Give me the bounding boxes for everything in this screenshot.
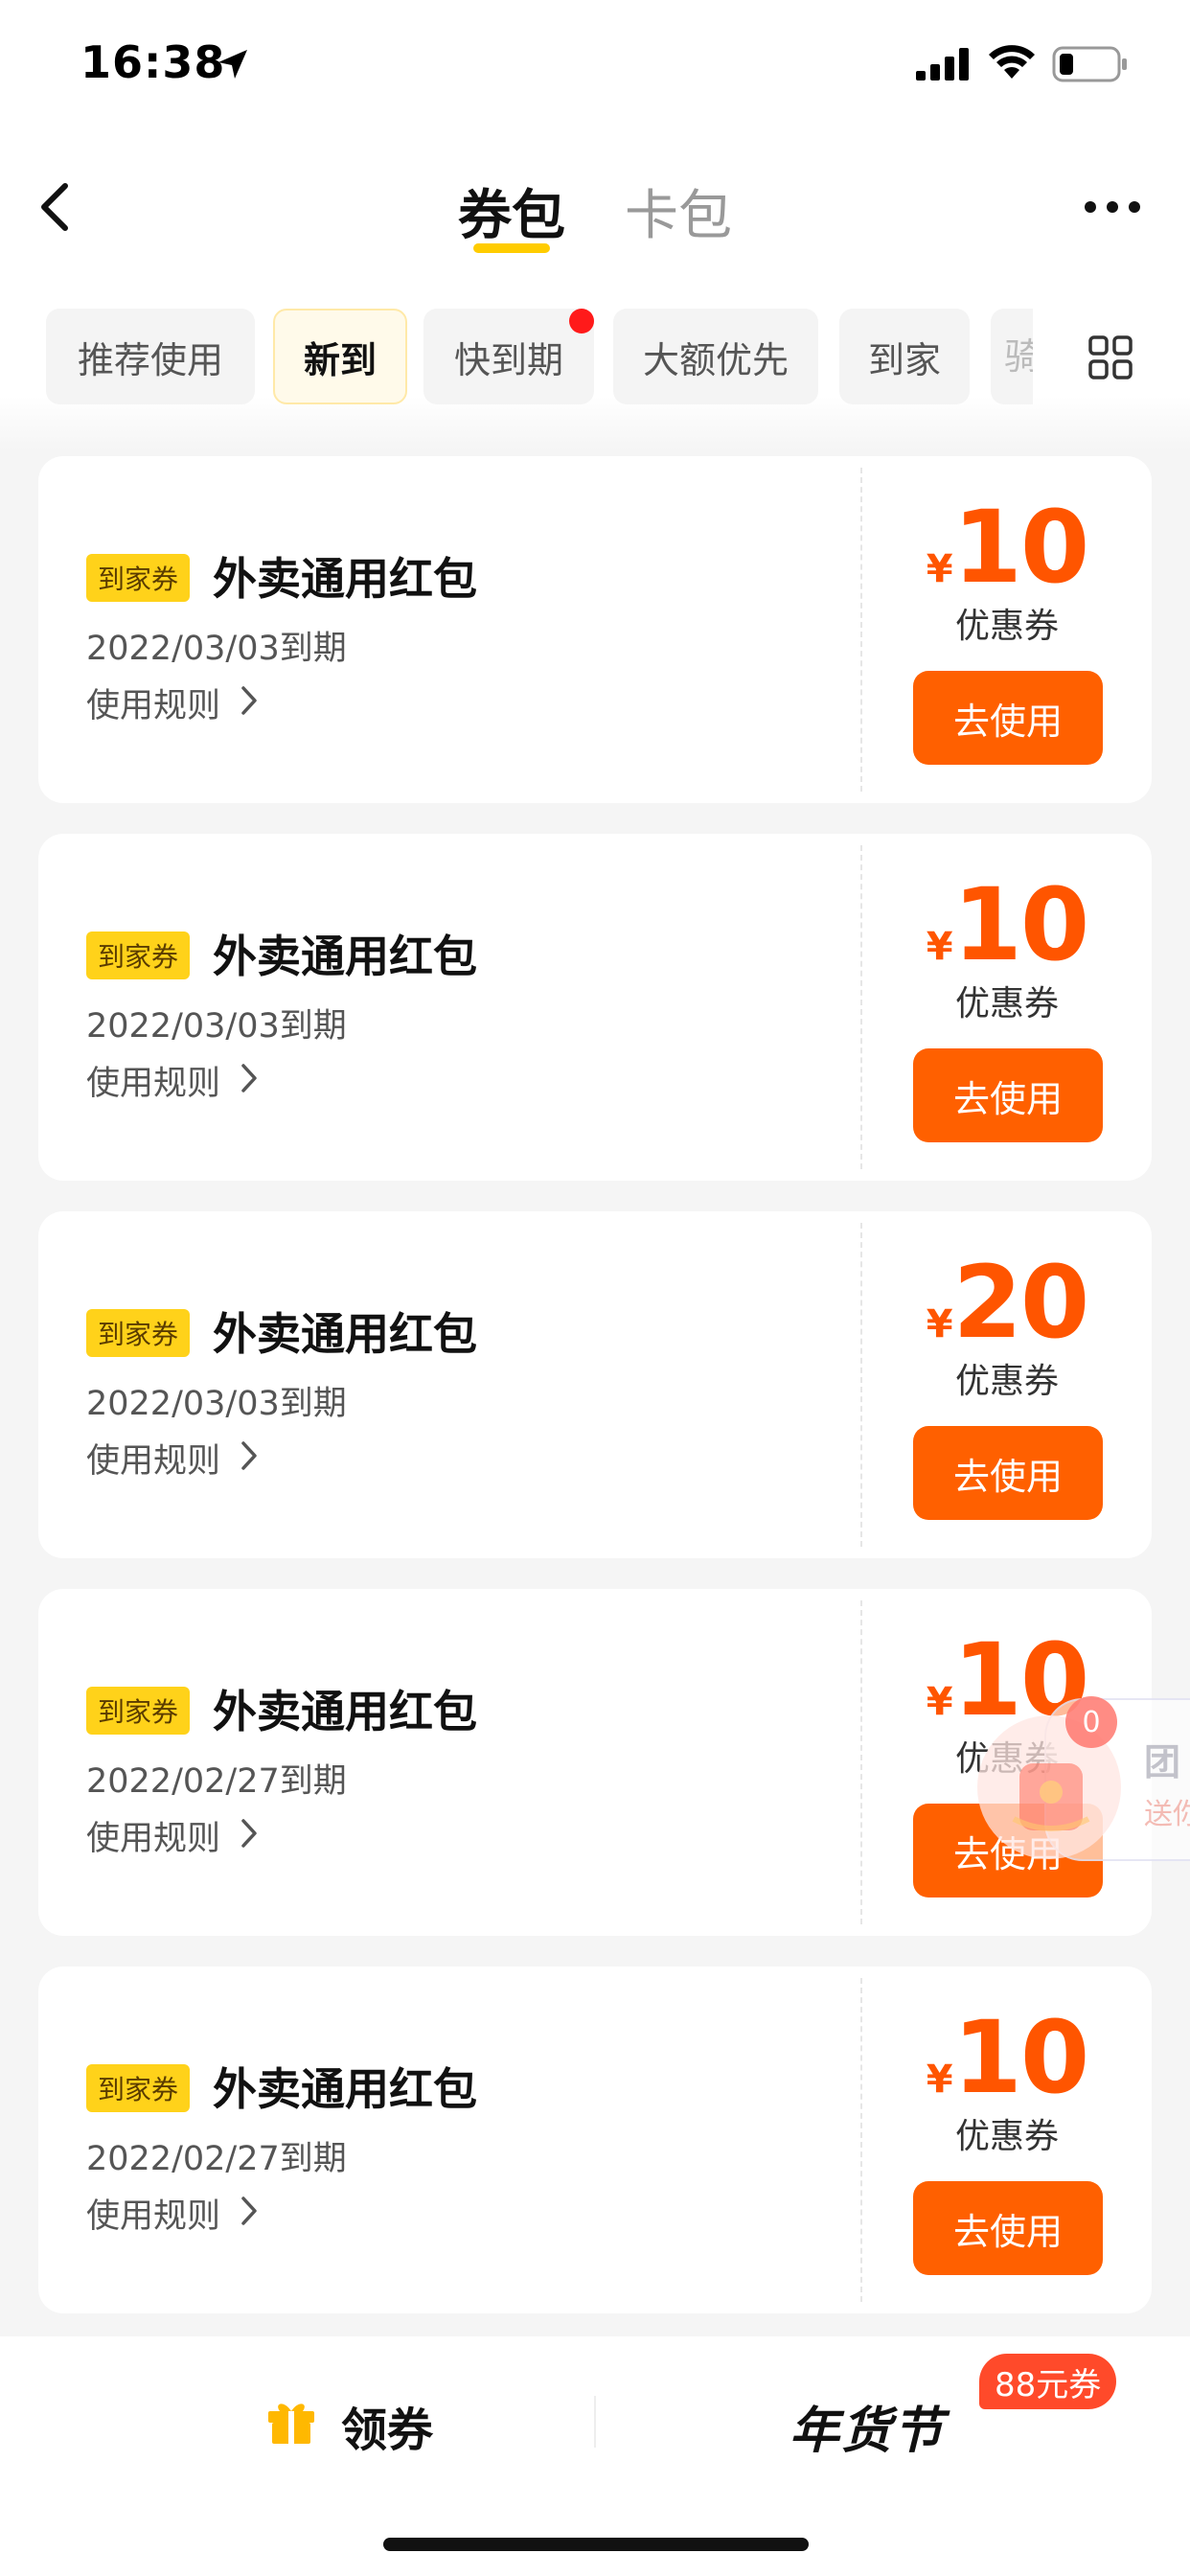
chip-recommended[interactable]: 推荐使用 [46,309,255,404]
chip-partial[interactable]: 骑 [991,309,1033,404]
filter-chips: 推荐使用 新到 快到期 大额优先 到家 骑 [0,309,1190,404]
status-bar: 16:38 [0,0,1190,129]
amount-value: 20 [952,1244,1090,1361]
chevron-right-icon[interactable] [240,1062,259,1094]
chip-home-delivery[interactable]: 到家 [839,309,970,404]
usage-rules-link[interactable]: 使用规则 [86,2189,220,2238]
coupon-expiry: 2022/02/27到期 [86,2140,347,2178]
coupon-title: 外卖通用红包 [213,931,477,982]
coupon-amount: ¥10 [862,494,1152,600]
chevron-right-icon[interactable] [240,1817,259,1850]
amount-value: 10 [952,1999,1090,2116]
use-coupon-button[interactable]: 去使用 [913,2181,1103,2275]
home-indicator[interactable] [383,2538,809,2551]
coupon-amount: ¥10 [862,2005,1152,2110]
chevron-right-icon[interactable] [240,684,259,717]
currency-symbol: ¥ [926,925,953,969]
battery-icon [1052,46,1127,82]
floating-count-badge: 0 [1065,1696,1117,1748]
status-time: 16:38 [80,36,226,88]
usage-rules-link[interactable]: 使用规则 [86,1434,220,1483]
amount-value: 10 [952,489,1090,606]
coupon-expiry: 2022/03/03到期 [86,1007,347,1046]
wifi-icon [989,45,1035,79]
chevron-right-icon[interactable] [240,1439,259,1472]
tab-card-pack[interactable]: 卡包 [625,172,732,250]
floating-promo-subtitle: 送你 [1144,1798,1190,1831]
coupon-title: 外卖通用红包 [213,1308,477,1360]
red-envelope-gift-icon [1012,1763,1090,1831]
chip-new[interactable]: 新到 [273,309,407,404]
coupon-card[interactable]: 到家券 外卖通用红包 2022/02/27到期 使用规则 ¥10 优惠券 去使用 [38,1966,1152,2313]
coupon-expiry: 2022/02/27到期 [86,1762,347,1801]
coupon-title: 外卖通用红包 [213,553,477,605]
use-coupon-button[interactable]: 去使用 [913,1426,1103,1520]
use-coupon-button[interactable]: 去使用 [913,671,1103,765]
bottom-divider [594,2396,596,2448]
festival-coupon-badge: 88元券 [979,2354,1117,2409]
currency-symbol: ¥ [926,2058,953,2102]
gift-icon[interactable] [266,2398,316,2446]
use-coupon-button[interactable]: 去使用 [913,1048,1103,1142]
coupon-title: 外卖通用红包 [213,2063,477,2115]
usage-rules-link[interactable]: 使用规则 [86,678,220,727]
grid-icon[interactable] [1088,335,1133,380]
coupon-expiry: 2022/03/03到期 [86,630,347,668]
currency-symbol: ¥ [926,547,953,591]
currency-symbol: ¥ [926,1680,953,1724]
currency-symbol: ¥ [926,1302,953,1346]
coupon-card[interactable]: 到家券 外卖通用红包 2022/03/03到期 使用规则 ¥20 优惠券 去使用 [38,1211,1152,1558]
location-arrow-icon [218,50,247,79]
coupon-tag: 到家券 [86,1687,191,1735]
coupon-type: 优惠券 [954,2117,1059,2156]
coupon-amount: ¥20 [862,1250,1152,1355]
amount-value: 10 [952,866,1090,983]
coupon-title: 外卖通用红包 [213,1686,477,1737]
chip-high-value[interactable]: 大额优先 [613,309,818,404]
usage-rules-link[interactable]: 使用规则 [86,1811,220,1860]
coupon-type: 优惠券 [954,984,1059,1024]
coupon-tag: 到家券 [86,932,191,979]
tab-coupon-pack[interactable]: 券包 [458,172,565,250]
coupon-tag: 到家券 [86,2064,191,2112]
active-tab-indicator [473,243,550,253]
coupon-tag: 到家券 [86,554,191,602]
coupon-expiry: 2022/03/03到期 [86,1385,347,1423]
new-year-festival-button[interactable]: 年货节 [790,2390,945,2462]
back-arrow-icon[interactable] [36,180,75,234]
signal-icon [916,48,969,80]
coupon-tag: 到家券 [86,1309,191,1357]
coupon-card[interactable]: 到家券 外卖通用红包 2022/03/03到期 使用规则 ¥10 优惠券 去使用 [38,834,1152,1181]
coupon-type: 优惠券 [954,1362,1059,1401]
get-coupons-button[interactable]: 领券 [341,2392,433,2459]
floating-promo-title: 团 [1144,1741,1181,1783]
usage-rules-link[interactable]: 使用规则 [86,1056,220,1105]
chevron-right-icon[interactable] [240,2195,259,2227]
coupon-amount: ¥10 [862,872,1152,978]
coupon-type: 优惠券 [954,607,1059,646]
red-dot-badge [569,309,594,334]
floating-promo-widget[interactable]: 0 团 送你 [977,1696,1190,1861]
more-dots-icon[interactable] [1083,197,1142,217]
coupon-card[interactable]: 到家券 外卖通用红包 2022/03/03到期 使用规则 ¥10 优惠券 去使用 [38,456,1152,803]
